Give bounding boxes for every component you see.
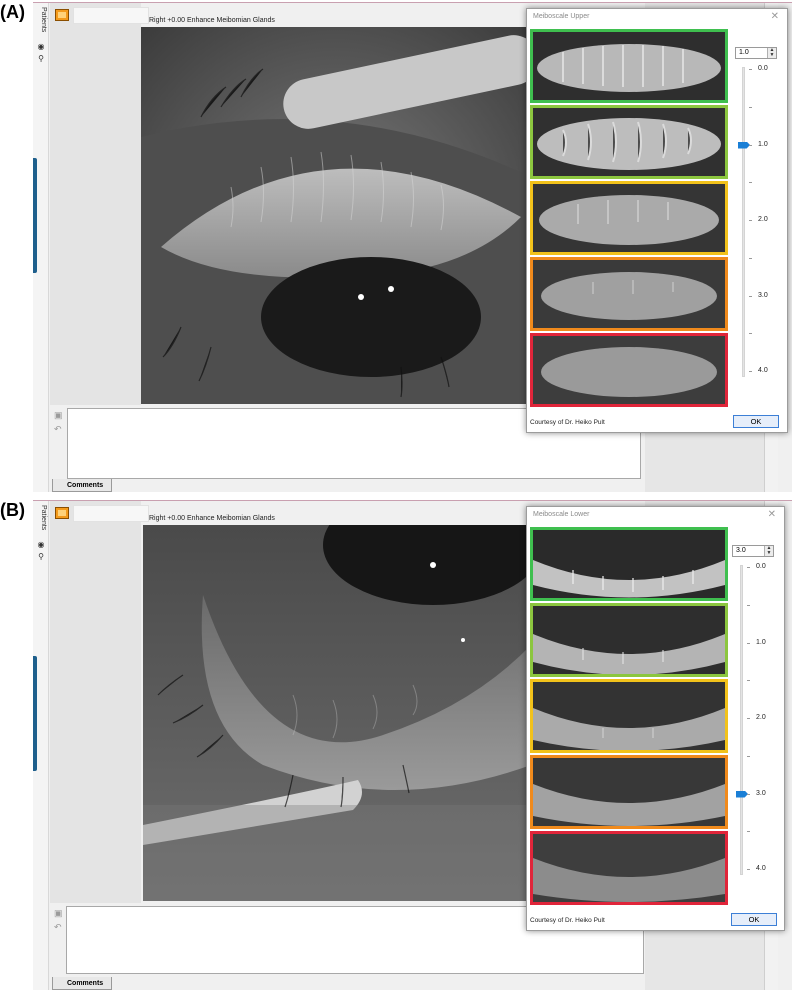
image-credit: Courtesy of Dr. Heiko Pult bbox=[530, 917, 605, 924]
meibography-image[interactable] bbox=[143, 525, 531, 901]
meiboscale-dialog-upper: Meiboscale Upper ✕ 1.0 ▲ ▼ Courtesy of D… bbox=[526, 8, 788, 433]
tab-comments[interactable]: Comments bbox=[52, 977, 113, 990]
key-icon[interactable]: ⚲ bbox=[36, 553, 46, 561]
eye-icon[interactable]: ◉ bbox=[36, 43, 46, 51]
undo-icon[interactable]: ↶ bbox=[54, 923, 63, 932]
slider-tick bbox=[747, 755, 750, 757]
slider-tick bbox=[747, 642, 750, 644]
grade-slider-track[interactable] bbox=[740, 565, 743, 875]
key-icon[interactable]: ⚲ bbox=[36, 55, 46, 63]
sidebar: Patients ◉ ⚲ bbox=[33, 501, 49, 990]
close-icon[interactable]: ✕ bbox=[771, 11, 779, 22]
slider-tick bbox=[749, 106, 752, 108]
slider-tick bbox=[749, 69, 752, 70]
app-window-b: Patients ◉ ⚲ Right +0.00 Enhance Meibomi… bbox=[33, 500, 792, 990]
dialog-title: Meiboscale Lower bbox=[533, 511, 590, 518]
panel-label-b: (B) bbox=[0, 500, 25, 520]
panel-label-a: (A) bbox=[0, 2, 25, 22]
grade-image-0[interactable] bbox=[530, 527, 728, 601]
slider-tick-label: 1.0 bbox=[758, 140, 768, 148]
grade-image-2[interactable] bbox=[530, 181, 728, 255]
slider-tick-label: 0.0 bbox=[758, 65, 768, 72]
slider-tick bbox=[749, 371, 752, 372]
figure: (A) Patients ◉ ⚲ Right +0.00 Enhance Mei… bbox=[0, 0, 794, 992]
image-credit: Courtesy of Dr. Heiko Pult bbox=[530, 419, 605, 426]
undo-icon[interactable]: ↶ bbox=[54, 425, 63, 434]
grade-slider-track[interactable] bbox=[742, 67, 745, 377]
sidebar-splitter[interactable] bbox=[33, 158, 37, 273]
slider-tick bbox=[747, 793, 750, 795]
sidebar-tab-patients[interactable]: Patients bbox=[35, 7, 47, 32]
slider-tick bbox=[749, 220, 752, 221]
tab-comments[interactable]: Comments bbox=[52, 479, 113, 492]
slider-tick bbox=[747, 604, 750, 606]
ok-button[interactable]: OK bbox=[731, 913, 777, 926]
grade-image-3[interactable] bbox=[530, 755, 728, 829]
spin-arrows-icon[interactable]: ▲ ▼ bbox=[764, 546, 773, 556]
dialog-title: Meiboscale Upper bbox=[533, 13, 590, 20]
grade-image-1[interactable] bbox=[530, 603, 728, 677]
image-header: Right +0.00 Enhance Meibomian Glands bbox=[149, 515, 275, 522]
app-window-a: Patients ◉ ⚲ Right +0.00 Enhance Meibomi… bbox=[33, 2, 792, 492]
grade-image-1[interactable] bbox=[530, 105, 728, 179]
thumbnail-pane bbox=[50, 501, 141, 903]
grade-image-0[interactable] bbox=[530, 29, 728, 103]
slider-tick bbox=[749, 182, 752, 184]
slider-tick bbox=[747, 680, 750, 682]
grade-image-3[interactable] bbox=[530, 257, 728, 331]
slider-tick-label: 2.0 bbox=[758, 216, 768, 223]
slider-tick-label: 4.0 bbox=[758, 367, 768, 374]
slider-tick-label: 3.0 bbox=[756, 789, 766, 797]
slider-tick-label: 3.0 bbox=[758, 291, 768, 299]
slider-tick bbox=[749, 144, 752, 146]
image-selector[interactable] bbox=[73, 7, 149, 24]
close-icon[interactable]: ✕ bbox=[768, 509, 776, 520]
meibography-image[interactable] bbox=[141, 27, 531, 404]
slider-tick-label: 0.0 bbox=[756, 563, 766, 570]
save-icon[interactable]: ▣ bbox=[54, 411, 63, 420]
slider-tick bbox=[749, 257, 752, 259]
slider-tick-label: 4.0 bbox=[756, 865, 766, 872]
slider-tick bbox=[749, 333, 752, 335]
grade-image-4[interactable] bbox=[530, 831, 728, 905]
slider-tick bbox=[747, 869, 750, 870]
thumbnail-pane bbox=[50, 3, 141, 405]
slider-tick-label: 1.0 bbox=[756, 638, 766, 646]
save-icon[interactable]: ▣ bbox=[54, 909, 63, 918]
slider-tick bbox=[747, 831, 750, 833]
grade-image-2[interactable] bbox=[530, 679, 728, 753]
film-icon[interactable] bbox=[55, 9, 69, 21]
eye-icon[interactable]: ◉ bbox=[36, 541, 46, 549]
sidebar: Patients ◉ ⚲ bbox=[33, 3, 49, 492]
slider-tick-label: 2.0 bbox=[756, 714, 766, 721]
image-selector[interactable] bbox=[73, 505, 149, 522]
sidebar-tab-patients[interactable]: Patients bbox=[35, 505, 47, 530]
eyelid-photo bbox=[143, 525, 531, 901]
grade-spinbox[interactable]: 1.0 ▲ ▼ bbox=[735, 47, 777, 59]
sidebar-splitter[interactable] bbox=[33, 656, 37, 771]
film-icon[interactable] bbox=[55, 507, 69, 519]
grade-spinbox[interactable]: 3.0 ▲ ▼ bbox=[732, 545, 774, 557]
ok-button[interactable]: OK bbox=[733, 415, 779, 428]
grade-spinbox-value: 3.0 bbox=[736, 547, 746, 554]
slider-tick bbox=[747, 718, 750, 719]
grade-spinbox-value: 1.0 bbox=[739, 49, 749, 56]
slider-tick bbox=[747, 567, 750, 568]
meiboscale-dialog-lower: Meiboscale Lower ✕ 3.0 ▲ ▼ Courtesy of D… bbox=[526, 506, 785, 931]
grade-image-4[interactable] bbox=[530, 333, 728, 407]
image-header: Right +0.00 Enhance Meibomian Glands bbox=[149, 17, 275, 24]
slider-tick bbox=[749, 295, 752, 297]
eyelid-photo bbox=[141, 27, 531, 404]
spin-arrows-icon[interactable]: ▲ ▼ bbox=[767, 48, 776, 58]
